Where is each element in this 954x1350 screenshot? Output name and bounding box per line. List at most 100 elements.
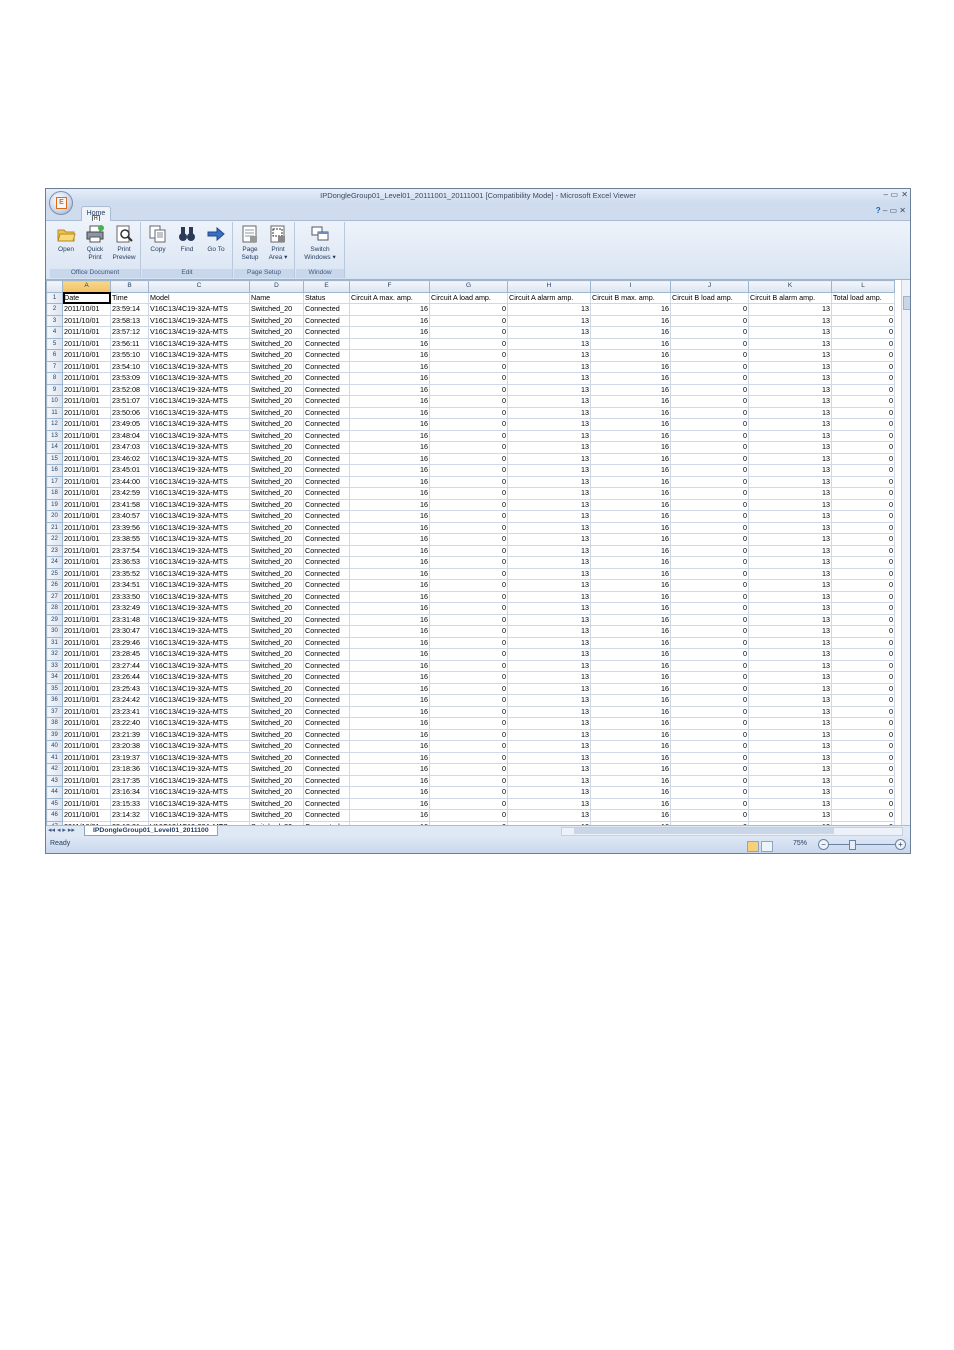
cell-a-max[interactable]: 16 (349, 452, 430, 465)
cell-name[interactable]: Switched_20 (249, 613, 304, 626)
cell-b-alarm[interactable]: 13 (748, 613, 832, 626)
cell-b-load[interactable]: 0 (670, 314, 749, 327)
cell-name[interactable]: Switched_20 (249, 579, 304, 592)
cell-total[interactable]: 0 (831, 751, 895, 764)
cell-b-load[interactable]: 0 (670, 521, 749, 534)
cell-b-load[interactable]: 0 (670, 648, 749, 661)
cell-model[interactable]: V16C13/4C19-32A-MTS (148, 372, 250, 385)
cell-a-max[interactable]: 16 (349, 602, 430, 615)
cell-name[interactable]: Switched_20 (249, 303, 304, 316)
cell-time[interactable]: 23:18:36 (110, 763, 149, 776)
cell-date[interactable]: 2011/10/01 (62, 786, 111, 799)
cell-total[interactable]: 0 (831, 418, 895, 431)
cell-status[interactable]: Connected (303, 303, 350, 316)
cell-b-alarm[interactable]: 13 (748, 441, 832, 454)
header-cell[interactable]: Status (303, 291, 350, 304)
cell-a-max[interactable]: 16 (349, 303, 430, 316)
cell-a-max[interactable]: 16 (349, 705, 430, 718)
help-icon[interactable]: ? (876, 206, 881, 215)
cell-b-alarm[interactable]: 13 (748, 521, 832, 534)
cell-a-max[interactable]: 16 (349, 429, 430, 442)
cell-b-alarm[interactable]: 13 (748, 372, 832, 385)
cell-status[interactable]: Connected (303, 602, 350, 615)
cell-time[interactable]: 23:32:49 (110, 602, 149, 615)
cell-status[interactable]: Connected (303, 418, 350, 431)
cell-b-alarm[interactable]: 13 (748, 751, 832, 764)
cell-b-alarm[interactable]: 13 (748, 303, 832, 316)
cell-status[interactable]: Connected (303, 579, 350, 592)
cell-a-load[interactable]: 0 (429, 429, 508, 442)
cell-a-load[interactable]: 0 (429, 763, 508, 776)
cell-total[interactable]: 0 (831, 337, 895, 350)
cell-date[interactable]: 2011/10/01 (62, 682, 111, 695)
cell-name[interactable]: Switched_20 (249, 498, 304, 511)
row-header[interactable]: 3 (46, 314, 63, 327)
cell-a-max[interactable]: 16 (349, 372, 430, 385)
workbook-restore-button[interactable]: ▭ (890, 206, 898, 215)
cell-time[interactable]: 23:28:45 (110, 648, 149, 661)
cell-total[interactable]: 0 (831, 441, 895, 454)
cell-status[interactable]: Connected (303, 648, 350, 661)
cell-status[interactable]: Connected (303, 441, 350, 454)
cell-b-load[interactable]: 0 (670, 406, 749, 419)
cell-total[interactable]: 0 (831, 498, 895, 511)
cell-name[interactable]: Switched_20 (249, 314, 304, 327)
cell-model[interactable]: V16C13/4C19-32A-MTS (148, 360, 250, 373)
cell-b-max[interactable]: 16 (590, 636, 671, 649)
cell-total[interactable]: 0 (831, 659, 895, 672)
cell-date[interactable]: 2011/10/01 (62, 659, 111, 672)
cell-date[interactable]: 2011/10/01 (62, 636, 111, 649)
cell-a-load[interactable]: 0 (429, 418, 508, 431)
cell-b-load[interactable]: 0 (670, 383, 749, 396)
cell-name[interactable]: Switched_20 (249, 659, 304, 672)
cell-total[interactable]: 0 (831, 705, 895, 718)
cell-model[interactable]: V16C13/4C19-32A-MTS (148, 625, 250, 638)
row-header[interactable]: 29 (46, 613, 63, 626)
cell-date[interactable]: 2011/10/01 (62, 429, 111, 442)
cell-b-max[interactable]: 16 (590, 602, 671, 615)
cell-b-load[interactable]: 0 (670, 682, 749, 695)
cell-status[interactable]: Connected (303, 372, 350, 385)
cell-model[interactable]: V16C13/4C19-32A-MTS (148, 728, 250, 741)
cell-date[interactable]: 2011/10/01 (62, 728, 111, 741)
cell-b-load[interactable]: 0 (670, 429, 749, 442)
cell-a-max[interactable]: 16 (349, 809, 430, 822)
find-button[interactable]: Find (173, 224, 201, 268)
cell-time[interactable]: 23:22:40 (110, 717, 149, 730)
header-cell[interactable]: Total load amp. (831, 291, 895, 304)
cell-b-alarm[interactable]: 13 (748, 763, 832, 776)
cell-b-load[interactable]: 0 (670, 360, 749, 373)
cell-b-load[interactable]: 0 (670, 567, 749, 580)
cell-a-load[interactable]: 0 (429, 694, 508, 707)
cell-status[interactable]: Connected (303, 533, 350, 546)
cell-a-max[interactable]: 16 (349, 544, 430, 557)
cell-name[interactable]: Switched_20 (249, 406, 304, 419)
cell-b-load[interactable]: 0 (670, 763, 749, 776)
cell-model[interactable]: V16C13/4C19-32A-MTS (148, 797, 250, 810)
cell-time[interactable]: 23:47:03 (110, 441, 149, 454)
cell-b-max[interactable]: 16 (590, 314, 671, 327)
cell-b-alarm[interactable]: 13 (748, 728, 832, 741)
cell-a-max[interactable]: 16 (349, 763, 430, 776)
cell-b-load[interactable]: 0 (670, 809, 749, 822)
cell-name[interactable]: Switched_20 (249, 452, 304, 465)
cell-date[interactable]: 2011/10/01 (62, 349, 111, 362)
maximize-button[interactable]: ▭ (890, 190, 898, 199)
cell-model[interactable]: V16C13/4C19-32A-MTS (148, 694, 250, 707)
cell-total[interactable]: 0 (831, 360, 895, 373)
cell-total[interactable]: 0 (831, 648, 895, 661)
cell-name[interactable]: Switched_20 (249, 740, 304, 753)
cell-b-load[interactable]: 0 (670, 556, 749, 569)
row-header[interactable]: 25 (46, 567, 63, 580)
row-header[interactable]: 19 (46, 498, 63, 511)
cell-a-load[interactable]: 0 (429, 567, 508, 580)
cell-b-load[interactable]: 0 (670, 441, 749, 454)
cell-time[interactable]: 23:21:39 (110, 728, 149, 741)
cell-time[interactable]: 23:42:59 (110, 487, 149, 500)
cell-a-load[interactable]: 0 (429, 717, 508, 730)
cell-model[interactable]: V16C13/4C19-32A-MTS (148, 809, 250, 822)
print-preview-button[interactable]: Print Preview (110, 224, 138, 268)
cell-b-alarm[interactable]: 13 (748, 579, 832, 592)
cell-a-max[interactable]: 16 (349, 498, 430, 511)
cell-a-alarm[interactable]: 13 (507, 556, 591, 569)
